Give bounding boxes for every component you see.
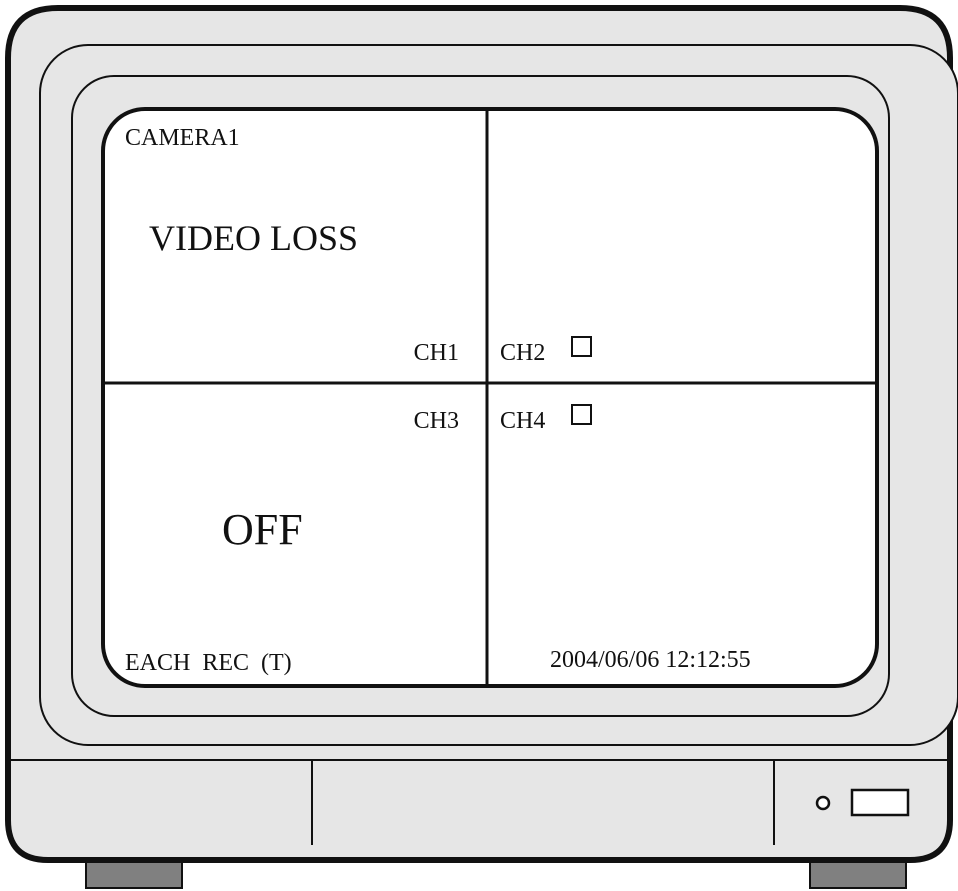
ir-sensor-icon bbox=[850, 788, 910, 817]
datetime-stamp: 2004/06/06 12:12:55 bbox=[550, 647, 751, 673]
ch3-channel-label: CH3 bbox=[414, 408, 459, 434]
power-led-icon[interactable] bbox=[815, 795, 831, 811]
record-mode-label: EACH REC (T) bbox=[125, 650, 292, 676]
ch1-video-loss-status: VIDEO LOSS bbox=[149, 218, 358, 258]
ch3-off-status: OFF bbox=[222, 505, 303, 554]
ch1-camera-title: CAMERA1 bbox=[125, 125, 240, 151]
ch4-channel-label: CH4 bbox=[500, 408, 545, 434]
dvr-monitor-diagram: CAMERA1 VIDEO LOSS CH1 CH2 CH3 OFF EACH … bbox=[5, 5, 958, 889]
video-screen bbox=[101, 107, 879, 688]
ch1-channel-label: CH1 bbox=[414, 340, 459, 366]
ch2-channel-label: CH2 bbox=[500, 340, 545, 366]
